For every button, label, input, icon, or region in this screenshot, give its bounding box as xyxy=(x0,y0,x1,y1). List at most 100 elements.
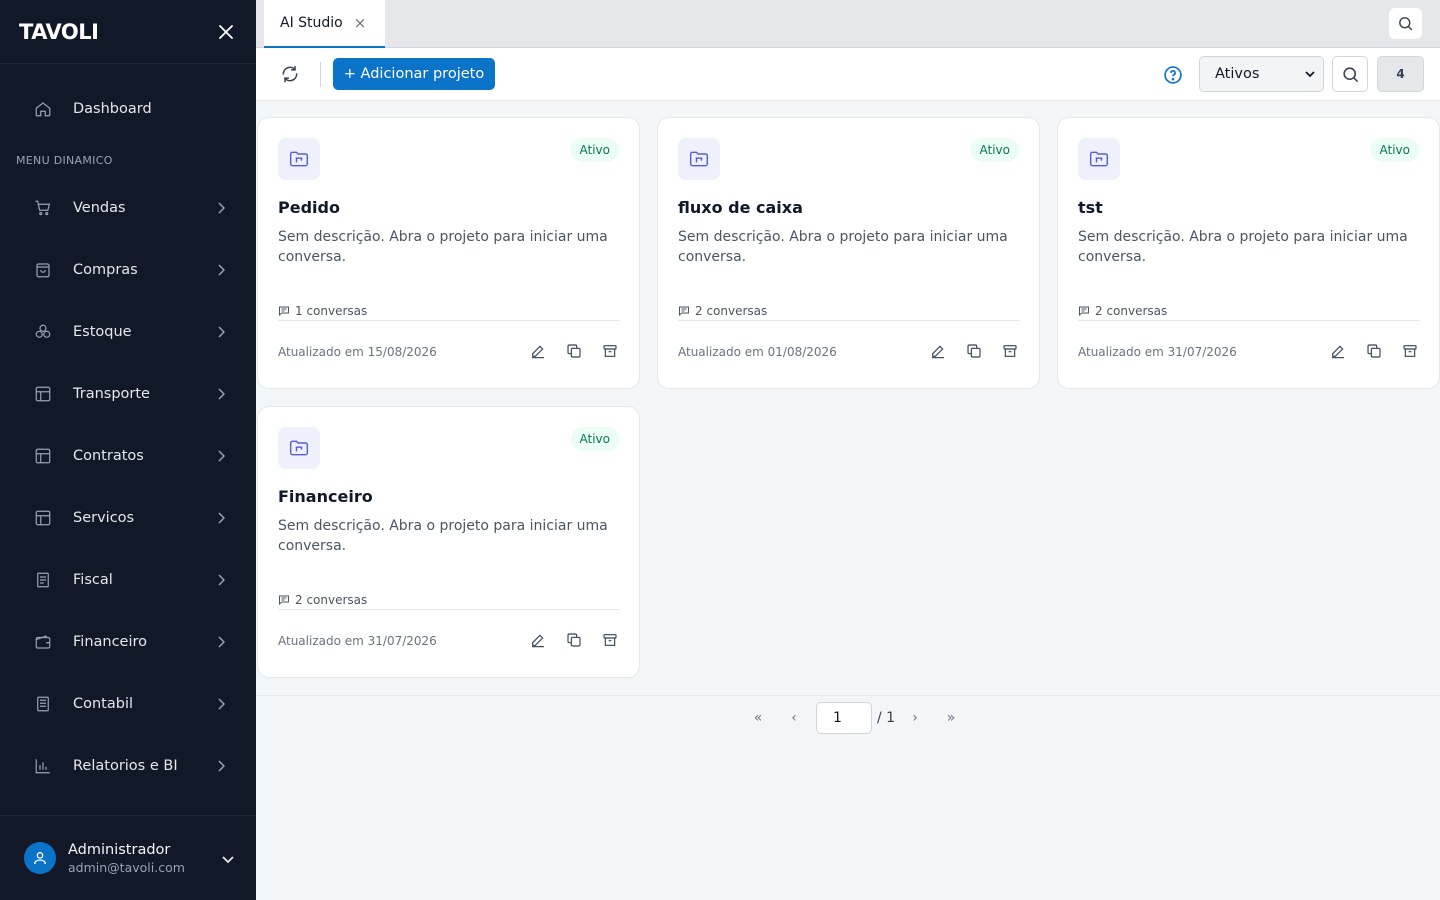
archive-button[interactable] xyxy=(1001,342,1019,360)
global-search-button[interactable] xyxy=(1389,8,1422,39)
close-sidebar-button[interactable] xyxy=(214,20,238,44)
refresh-button[interactable] xyxy=(278,62,302,86)
project-count-badge: 4 xyxy=(1377,56,1424,92)
status-badge: Ativo xyxy=(570,138,619,162)
user-menu[interactable]: Administrador admin@tavoli.com xyxy=(0,815,256,900)
prev-page-button[interactable]: ‹ xyxy=(776,710,812,726)
status-filter-value: Ativos xyxy=(1215,66,1260,82)
folder-icon xyxy=(278,427,320,469)
duplicate-button[interactable] xyxy=(965,342,983,360)
sidebar-item-fiscal[interactable]: Fiscal xyxy=(16,549,240,611)
layout-icon xyxy=(33,384,53,404)
status-badge: Ativo xyxy=(1370,138,1419,162)
sidebar-item-label: Contratos xyxy=(73,448,144,464)
status-badge: Ativo xyxy=(570,427,619,451)
card-conversations: 2 conversas xyxy=(278,593,367,607)
archive-button[interactable] xyxy=(601,631,619,649)
card-title: Pedido xyxy=(278,198,340,217)
card-actions xyxy=(1329,342,1419,360)
tab-close-button[interactable]: × xyxy=(354,14,367,32)
next-page-button[interactable]: › xyxy=(897,710,933,726)
status-filter-select[interactable]: Ativos xyxy=(1199,56,1324,92)
user-icon xyxy=(34,852,46,865)
chevron-right-icon xyxy=(214,201,228,215)
duplicate-button[interactable] xyxy=(565,631,583,649)
bar-chart-icon xyxy=(33,756,53,776)
project-card[interactable]: Ativo fluxo de caixa Sem descrição. Abra… xyxy=(657,117,1040,389)
copy-icon xyxy=(567,633,581,647)
sidebar-item-label: Servicos xyxy=(73,510,135,526)
card-conversations: 2 conversas xyxy=(1078,304,1167,318)
bag-icon xyxy=(33,260,53,280)
chat-icon xyxy=(1078,305,1090,317)
sidebar-menu: Vendas Compras Estoque Transporte Contra… xyxy=(16,177,240,797)
toolbar: + Adicionar projeto Ativos 4 xyxy=(256,48,1440,101)
card-updated: Atualizado em 15/08/2026 xyxy=(278,345,437,359)
sidebar-item-contabil[interactable]: Contabil xyxy=(16,673,240,735)
folder-icon xyxy=(678,138,720,180)
project-card[interactable]: Ativo Pedido Sem descrição. Abra o proje… xyxy=(257,117,640,389)
help-button[interactable] xyxy=(1162,64,1184,86)
sidebar-item-servicos[interactable]: Servicos xyxy=(16,487,240,549)
sidebar-item-compras[interactable]: Compras xyxy=(16,239,240,301)
chevron-right-icon xyxy=(214,325,228,339)
card-divider xyxy=(678,320,1019,321)
sidebar-item-vendas[interactable]: Vendas xyxy=(16,177,240,239)
sidebar-item-transporte[interactable]: Transporte xyxy=(16,363,240,425)
sidebar-item-estoque[interactable]: Estoque xyxy=(16,301,240,363)
status-badge: Ativo xyxy=(970,138,1019,162)
card-actions xyxy=(929,342,1019,360)
pagination: « ‹ 1 / 1 › » xyxy=(740,702,969,734)
edit-button[interactable] xyxy=(1329,342,1347,360)
close-icon xyxy=(219,24,233,39)
chevron-right-icon xyxy=(214,387,228,401)
receipt-icon xyxy=(33,570,53,590)
tab-ai-studio[interactable]: AI Studio × xyxy=(264,0,385,48)
chevron-right-icon xyxy=(214,449,228,463)
conversation-count: 1 conversas xyxy=(295,304,368,318)
sidebar-item-label: Relatorios e BI xyxy=(73,758,178,774)
chevron-down-icon xyxy=(1305,70,1315,77)
card-updated: Atualizado em 31/07/2026 xyxy=(1078,345,1237,359)
sidebar-item-label: Vendas xyxy=(73,200,126,216)
sidebar-item-label: Dashboard xyxy=(73,101,152,117)
sidebar-item-dashboard[interactable]: Dashboard xyxy=(16,86,240,132)
main-content: AI Studio × + Adicionar projeto Ativos 4… xyxy=(256,0,1440,900)
pencil-icon xyxy=(532,634,544,648)
archive-button[interactable] xyxy=(601,342,619,360)
sidebar-item-relatorios[interactable]: Relatorios e BI xyxy=(16,735,240,797)
project-card[interactable]: Ativo tst Sem descrição. Abra o projeto … xyxy=(1057,117,1440,389)
archive-icon xyxy=(603,345,617,357)
sidebar-item-financeiro[interactable]: Financeiro xyxy=(16,611,240,673)
page-number-input[interactable]: 1 xyxy=(816,702,872,734)
sidebar: TAVOLI Dashboard MENU DINAMICO Vendas Co… xyxy=(0,0,256,900)
archive-icon xyxy=(1403,345,1417,357)
add-project-button[interactable]: + Adicionar projeto xyxy=(333,58,495,90)
chat-icon xyxy=(278,594,290,606)
archive-button[interactable] xyxy=(1401,342,1419,360)
tab-bar: AI Studio × xyxy=(256,0,1440,48)
project-card[interactable]: Ativo Financeiro Sem descrição. Abra o p… xyxy=(257,406,640,678)
duplicate-button[interactable] xyxy=(565,342,583,360)
first-page-button[interactable]: « xyxy=(740,710,776,726)
last-page-button[interactable]: » xyxy=(933,710,969,726)
copy-icon xyxy=(967,344,981,358)
search-button[interactable] xyxy=(1332,56,1368,92)
sidebar-item-label: Compras xyxy=(73,262,138,278)
edit-button[interactable] xyxy=(529,342,547,360)
card-divider xyxy=(278,609,619,610)
card-actions xyxy=(529,631,619,649)
sidebar-item-contratos[interactable]: Contratos xyxy=(16,425,240,487)
pencil-icon xyxy=(932,345,944,359)
layout-icon xyxy=(33,508,53,528)
folder-icon xyxy=(1078,138,1120,180)
edit-button[interactable] xyxy=(529,631,547,649)
card-divider xyxy=(1078,320,1419,321)
brand-header: TAVOLI xyxy=(0,0,256,64)
duplicate-button[interactable] xyxy=(1365,342,1383,360)
edit-button[interactable] xyxy=(929,342,947,360)
chevron-right-icon xyxy=(214,263,228,277)
user-info: Administrador admin@tavoli.com xyxy=(68,842,222,875)
copy-icon xyxy=(567,344,581,358)
chevron-down-icon xyxy=(222,849,234,868)
